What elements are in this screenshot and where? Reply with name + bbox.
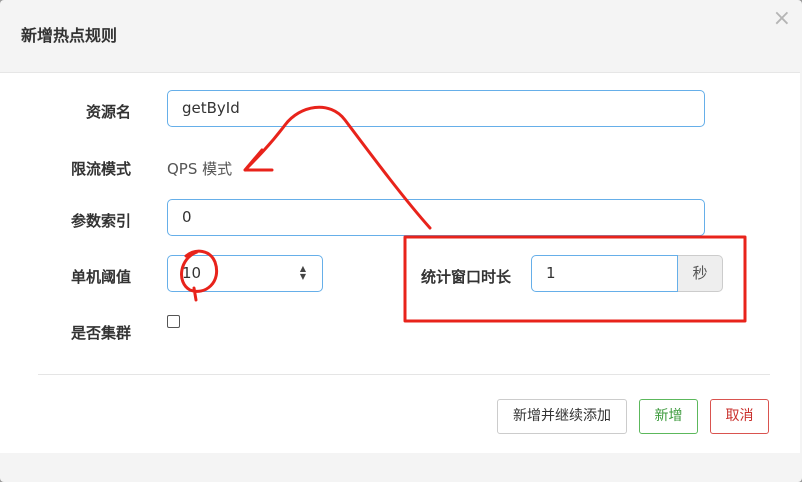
threshold-label: 单机阈值: [70, 268, 131, 286]
window-value: 1: [546, 264, 556, 282]
resource-name-input[interactable]: getById: [167, 90, 705, 127]
window-unit: 秒: [678, 255, 723, 292]
mode-label: 限流模式: [70, 160, 131, 178]
cluster-label: 是否集群: [70, 324, 131, 342]
footer-divider: [38, 374, 770, 375]
threshold-input[interactable]: 10 ▲ ▼: [167, 255, 323, 292]
add-and-continue-button[interactable]: 新增并继续添加: [497, 399, 627, 434]
mode-value: QPS 模式: [167, 160, 233, 178]
threshold-value: 10: [182, 264, 202, 282]
resource-name-value: getById: [182, 99, 240, 117]
dialog-title: 新增热点规则: [21, 26, 118, 45]
cancel-button[interactable]: 取消: [710, 399, 769, 434]
add-button[interactable]: 新增: [639, 399, 698, 434]
resource-name-label: 资源名: [85, 103, 131, 121]
cluster-checkbox[interactable]: [167, 315, 180, 328]
param-index-input[interactable]: 0: [167, 199, 705, 236]
close-icon[interactable]: ×: [773, 8, 791, 30]
window-input[interactable]: 1: [531, 255, 678, 292]
param-index-value: 0: [182, 208, 192, 226]
add-hotspot-rule-dialog: 新增热点规则 × 资源名 getById 限流模式 QPS 模式 参数索引 0 …: [0, 0, 802, 482]
number-stepper-icon[interactable]: ▲ ▼: [298, 265, 308, 281]
dialog-body: 资源名 getById 限流模式 QPS 模式 参数索引 0 单机阈值 10 ▲…: [0, 72, 800, 453]
window-label: 统计窗口时长: [420, 268, 511, 286]
param-index-label: 参数索引: [70, 212, 131, 230]
